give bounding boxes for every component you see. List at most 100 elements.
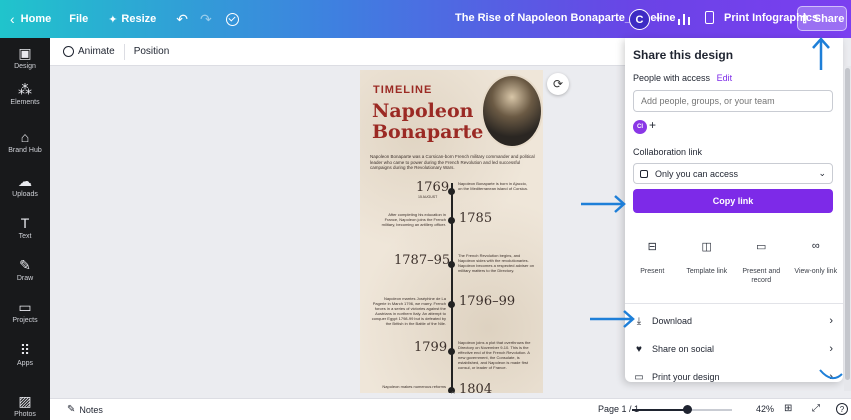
row-label: Print your design bbox=[652, 372, 720, 382]
notes-button[interactable]: ✎ Notes bbox=[67, 404, 103, 415]
design-title-line2: Bonaparte bbox=[372, 121, 484, 143]
print-design-icon: ▭ bbox=[634, 371, 644, 383]
toolbar-divider bbox=[123, 43, 125, 60]
rail-item-photos[interactable]: ▨ Photos bbox=[0, 393, 50, 419]
add-member-icon[interactable]: + bbox=[649, 118, 656, 132]
scroll-thumb[interactable] bbox=[845, 68, 850, 380]
portrait-image[interactable] bbox=[481, 74, 543, 148]
share-button[interactable]: ⇧ Share bbox=[797, 6, 847, 31]
event-note[interactable]: Napoleon joins a plot that overthrows th… bbox=[458, 340, 536, 370]
share-panel: Share this design People with access Edi… bbox=[625, 38, 843, 382]
present-icon: ⊟ bbox=[647, 240, 657, 253]
undo-icon[interactable]: ↶ bbox=[176, 11, 188, 28]
sparkle-icon: ✦ bbox=[108, 13, 118, 26]
grid-view-icon[interactable]: ⊞ bbox=[784, 403, 792, 414]
share-options: ⊟ Present ◫ Template link ▭ Present and … bbox=[625, 234, 843, 285]
share-social-row[interactable]: ♥ Share on social › bbox=[633, 339, 833, 359]
option-template-link[interactable]: ◫ Template link bbox=[681, 234, 733, 285]
fullscreen-icon[interactable]: ⤢ bbox=[812, 403, 820, 414]
lock-icon bbox=[640, 169, 648, 178]
collaboration-link-label: Collaboration link bbox=[633, 147, 703, 157]
annotation-arrow-up bbox=[812, 37, 830, 70]
option-present-record[interactable]: ▭ Present and record bbox=[735, 234, 787, 285]
rail-item-apps[interactable]: ⠿ Apps bbox=[0, 342, 50, 368]
option-view-only-link[interactable]: ∞ View-only link bbox=[790, 234, 842, 285]
option-label: Present and record bbox=[742, 268, 781, 284]
option-label: View-only link bbox=[794, 268, 838, 275]
position-button[interactable]: Position bbox=[134, 46, 170, 57]
user-avatar[interactable]: C bbox=[629, 9, 650, 30]
event-note[interactable]: Napoleon makes numerous reforms bbox=[374, 384, 446, 389]
chevron-down-icon: ⌄ bbox=[818, 168, 826, 178]
event-year[interactable]: 1785 bbox=[459, 211, 492, 226]
rail-label: Design bbox=[14, 63, 36, 70]
cloud-saved-icon[interactable] bbox=[225, 12, 239, 26]
view-only-link-icon: ∞ bbox=[811, 240, 820, 252]
file-menu[interactable]: File bbox=[69, 13, 88, 25]
home-button[interactable]: ‹ Home bbox=[10, 11, 51, 27]
rail-item-draw[interactable]: ✎ Draw bbox=[0, 257, 50, 283]
event-year[interactable]: 1796–99 bbox=[459, 294, 515, 309]
access-level-select[interactable]: Only you can access ⌄ bbox=[633, 163, 833, 184]
option-present[interactable]: ⊟ Present bbox=[626, 234, 678, 285]
rail-label: Brand Hub bbox=[8, 147, 42, 154]
upload-share-icon: ⇧ bbox=[799, 11, 810, 26]
event-year[interactable]: 1799 bbox=[414, 340, 447, 355]
rail-item-elements[interactable]: ⁂ Elements bbox=[0, 82, 50, 107]
photos-icon: ▨ bbox=[18, 393, 32, 409]
edit-access-link[interactable]: Edit bbox=[717, 73, 733, 83]
add-people-input[interactable] bbox=[633, 90, 833, 112]
projects-icon: ▭ bbox=[18, 299, 32, 315]
help-icon[interactable]: ? bbox=[836, 403, 848, 415]
rail-label: Text bbox=[18, 233, 32, 240]
rail-label: Apps bbox=[17, 360, 33, 367]
rail-item-brand-hub[interactable]: ⌂ Brand Hub bbox=[0, 129, 50, 155]
rail-item-design[interactable]: ▣ Design bbox=[0, 46, 50, 71]
annotation-arrow-partial bbox=[819, 369, 843, 380]
share-social-icon: ♥ bbox=[636, 343, 642, 355]
top-bar: ‹ Home File ✦ Resize ↶ ↷ The Rise of Nap… bbox=[0, 0, 851, 38]
zoom-value[interactable]: 42% bbox=[756, 404, 774, 414]
chevron-right-icon: › bbox=[829, 315, 833, 327]
access-level-value: Only you can access bbox=[655, 168, 739, 179]
present-record-icon: ▭ bbox=[756, 240, 767, 253]
event-year[interactable]: 1804 bbox=[459, 382, 492, 393]
resize-button[interactable]: ✦ Resize bbox=[108, 13, 156, 26]
context-toolbar: Animate Position bbox=[50, 38, 625, 66]
event-note[interactable]: After completing his education in France… bbox=[374, 212, 446, 227]
zoom-slider-handle[interactable] bbox=[683, 405, 692, 414]
animate-icon bbox=[63, 46, 74, 57]
bottom-bar: ✎ Notes Page 1 / 1 42% ⊞ ⤢ ? bbox=[50, 398, 851, 420]
zoom-slider[interactable] bbox=[632, 405, 732, 414]
rail-item-projects[interactable]: ▭ Projects bbox=[0, 299, 50, 325]
draw-icon: ✎ bbox=[19, 257, 31, 273]
event-year[interactable]: 1787–95 bbox=[394, 253, 450, 268]
animate-button[interactable]: Animate bbox=[63, 46, 115, 57]
design-heading[interactable]: TIMELINE bbox=[373, 84, 432, 96]
insights-icon[interactable] bbox=[677, 11, 691, 25]
event-year[interactable]: 1769 bbox=[416, 180, 449, 195]
print-design-row[interactable]: ▭ Print your design › bbox=[633, 367, 833, 382]
copy-link-button[interactable]: Copy link bbox=[633, 189, 833, 213]
people-with-access-label: People with access bbox=[633, 73, 711, 83]
event-note[interactable]: The French Revolution begins, and Napole… bbox=[458, 253, 536, 273]
apps-icon: ⠿ bbox=[19, 342, 31, 358]
rail-item-uploads[interactable]: ☁ Uploads bbox=[0, 173, 50, 199]
redo-icon[interactable]: ↷ bbox=[200, 11, 212, 28]
download-row[interactable]: ⤓ Download › bbox=[633, 311, 833, 331]
refresh-page-icon[interactable]: ⟳ bbox=[547, 73, 569, 95]
rail-item-text[interactable]: T Text bbox=[0, 216, 50, 241]
event-note[interactable]: Napoleon marries Joséphine de La Pagerie… bbox=[370, 296, 446, 326]
resize-label: Resize bbox=[121, 13, 157, 25]
design-title[interactable]: Napoleon Bonaparte bbox=[372, 101, 483, 143]
share-panel-title: Share this design bbox=[633, 48, 734, 62]
vertical-scrollbar[interactable] bbox=[844, 66, 851, 391]
design-intro[interactable]: Napoleon Bonaparte was a Corsican-born F… bbox=[370, 154, 535, 171]
add-collaborator-icon[interactable]: + bbox=[654, 10, 663, 27]
uploads-icon: ☁ bbox=[18, 173, 32, 189]
design-page[interactable]: TIMELINE Napoleon Bonaparte Napoleon Bon… bbox=[360, 70, 543, 393]
event-note[interactable]: Napoleon Bonaparte is born in Ajaccio, o… bbox=[458, 181, 528, 191]
brand-hub-icon: ⌂ bbox=[20, 129, 30, 145]
member-avatar[interactable]: CI bbox=[633, 120, 647, 134]
notes-label: Notes bbox=[79, 404, 103, 415]
